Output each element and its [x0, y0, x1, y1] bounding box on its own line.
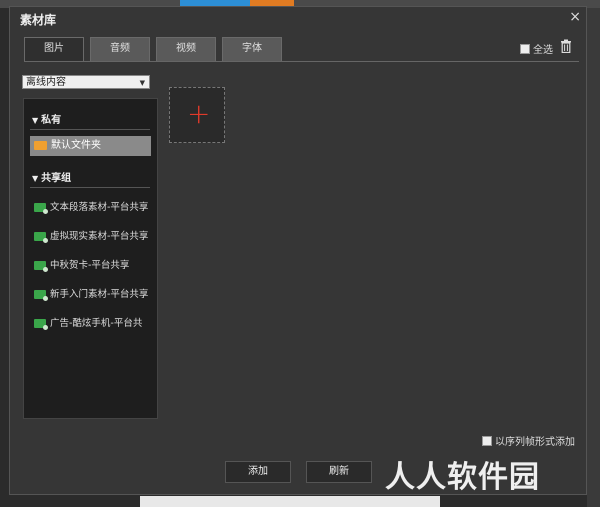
default-folder-item[interactable]: 默认文件夹 — [30, 136, 151, 156]
material-library-dialog: 素材库 × 图片 音频 视频 字体 全选 离线内容 ▼ ▼ 私有 默认文件夹 ▼ 共… — [9, 6, 587, 495]
add-material-tile[interactable]: + — [169, 87, 225, 143]
shared-section-header[interactable]: ▼ 共享组 — [32, 169, 71, 184]
tab-images[interactable]: 图片 — [24, 37, 84, 62]
shared-folder-icon — [34, 232, 48, 243]
folder-sidebar: ▼ 私有 默认文件夹 ▼ 共享组 文本段落素材-平台共享 虚拟现实素材-平台共享 中… — [23, 98, 158, 419]
tab-fonts[interactable]: 字体 — [222, 37, 282, 61]
site-watermark: 人人软件园 — [385, 460, 540, 495]
dialog-title: 素材库 — [20, 13, 57, 27]
trash-icon[interactable] — [560, 39, 572, 53]
triangle-down-icon: ▼ — [32, 116, 39, 125]
shared-group-label: 虚拟现实素材-平台共享 — [50, 231, 149, 242]
tab-audio[interactable]: 音频 — [90, 37, 150, 61]
shared-group-item[interactable]: 新手入门素材-平台共享 — [34, 286, 149, 301]
shared-group-label: 中秋贺卡-平台共享 — [50, 260, 130, 271]
private-section-header[interactable]: ▼ 私有 — [32, 111, 61, 126]
select-all-label: 全选 — [533, 45, 553, 56]
shared-group-label: 文本段落素材-平台共享 — [50, 202, 149, 213]
refresh-button[interactable]: 刷新 — [306, 461, 372, 483]
shared-group-item[interactable]: 广告-酷炫手机-平台共 — [34, 315, 143, 330]
add-button[interactable]: 添加 — [225, 461, 291, 483]
app-bottom-panel — [140, 496, 440, 507]
shared-folder-icon — [34, 290, 48, 301]
content-filter-value: 离线内容 — [26, 77, 66, 88]
section-divider — [30, 129, 150, 130]
select-all[interactable]: 全选 — [520, 41, 553, 56]
shared-folder-icon — [34, 261, 48, 272]
private-section-label: 私有 — [41, 115, 62, 126]
content-filter-select[interactable]: 离线内容 ▼ — [22, 75, 150, 89]
sequence-frame-option[interactable]: 以序列帧形式添加 — [482, 433, 575, 448]
section-divider — [30, 187, 150, 188]
tab-divider — [24, 61, 579, 62]
default-folder-label: 默认文件夹 — [51, 140, 101, 151]
tab-video[interactable]: 视频 — [156, 37, 216, 61]
shared-folder-icon — [34, 203, 48, 214]
shared-group-label: 广告-酷炫手机-平台共 — [50, 318, 143, 329]
shared-folder-icon — [34, 319, 48, 330]
chevron-down-icon: ▼ — [139, 79, 145, 87]
triangle-down-icon: ▼ — [32, 174, 39, 183]
app-right-panel — [587, 8, 600, 507]
folder-icon — [34, 140, 47, 150]
sequence-frame-label: 以序列帧形式添加 — [495, 437, 575, 448]
sequence-frame-checkbox[interactable] — [482, 435, 492, 446]
plus-icon: + — [187, 97, 211, 130]
shared-group-label: 新手入门素材-平台共享 — [50, 289, 149, 300]
select-all-checkbox[interactable] — [520, 43, 530, 54]
shared-group-item[interactable]: 中秋贺卡-平台共享 — [34, 257, 130, 272]
shared-group-item[interactable]: 文本段落素材-平台共享 — [34, 199, 149, 214]
shared-group-item[interactable]: 虚拟现实素材-平台共享 — [34, 228, 149, 243]
shared-section-label: 共享组 — [41, 173, 72, 184]
close-icon[interactable]: × — [569, 9, 581, 25]
